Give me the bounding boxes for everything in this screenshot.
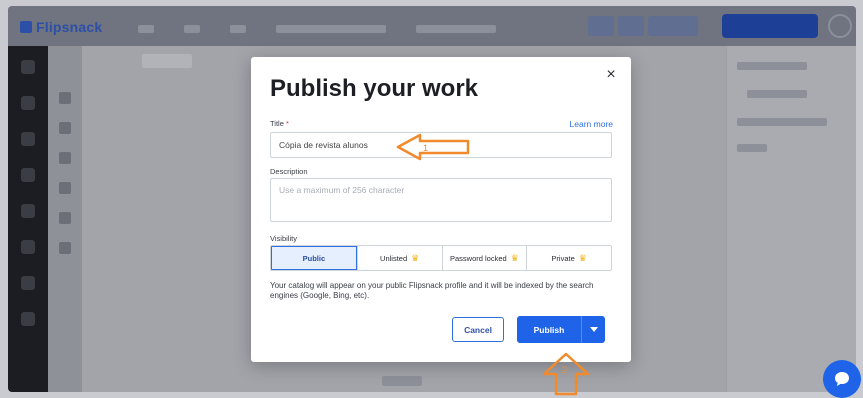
visibility-option-public[interactable]: Public [271,246,357,270]
cancel-button[interactable]: Cancel [452,317,504,342]
close-icon[interactable]: × [603,67,619,83]
title-label: Title * [270,119,289,128]
annotation-number-1: 1 [423,143,428,153]
crown-icon: ♛ [411,252,420,263]
editor-top-icons [588,16,702,41]
annotation-arrow-left: 1 [396,133,470,161]
help-icon [828,14,852,38]
required-mark: * [285,119,289,128]
editor-top-menu [138,20,526,38]
chat-icon[interactable] [823,360,861,398]
learn-more-link[interactable]: Learn more [570,119,613,129]
chevron-down-icon[interactable] [581,316,605,343]
visibility-note: Your catalog will appear on your public … [270,281,594,300]
annotation-arrow-up: 2 [542,352,590,396]
dialog-title: Publish your work [270,75,479,102]
description-input[interactable] [270,178,612,222]
crown-icon: ♛ [510,252,519,263]
visibility-option-unlisted[interactable]: Unlisted ♛ [356,246,442,270]
visibility-option-password-locked[interactable]: Password locked ♛ [441,246,527,270]
visibility-selector: Public Unlisted ♛ Password locked ♛ Privat… [270,245,612,271]
publish-button-group: Publish [517,316,605,343]
publish-dialog: Publish your work × Title * Learn more D… [251,57,631,362]
editor-left-sidebar [8,46,48,392]
share-button [722,14,818,38]
crown-icon: ♛ [578,252,587,263]
visibility-option-private[interactable]: Private ♛ [526,246,611,270]
editor-topbar: Flipsnack [8,6,856,46]
description-label: Description [270,167,308,176]
editor-right-panel [726,46,856,392]
editor-tool-strip [48,46,82,392]
flipsnack-logo: Flipsnack [20,19,102,35]
annotation-number-2: 2 [562,365,567,375]
publish-button[interactable]: Publish [517,316,581,343]
visibility-label: Visibility [270,234,297,243]
